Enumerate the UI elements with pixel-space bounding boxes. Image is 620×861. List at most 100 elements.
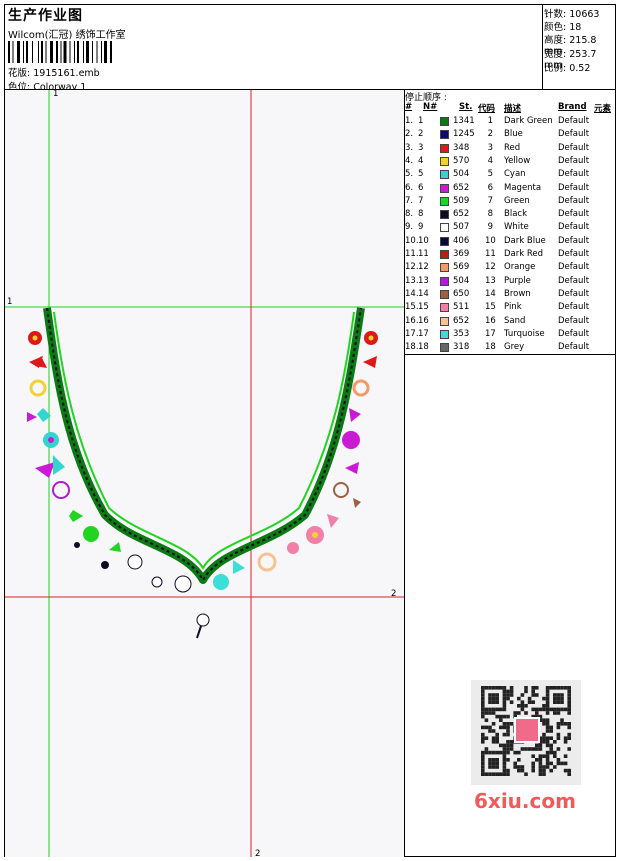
row-code: 16 (485, 315, 496, 326)
barcode (8, 41, 112, 63)
flower-yellow-left (29, 379, 47, 397)
row-needle: 11 (418, 249, 429, 259)
row-description: Yellow (504, 155, 531, 166)
row-description: Orange (504, 262, 536, 273)
page-title: 生产作业图 (8, 8, 83, 24)
row-stitches: 569 (453, 262, 470, 273)
col-header-n: N# (423, 102, 438, 112)
table-row: 2. 2 1245 2 Blue Default (405, 129, 616, 142)
table-row: 9. 9 507 9 White Default (405, 222, 616, 235)
watermark: 6xiu.com (474, 789, 576, 813)
row-stitches: 652 (453, 209, 470, 220)
row-stitches: 369 (453, 249, 470, 259)
color-swatch (440, 170, 449, 180)
table-row: 14. 14 650 14 Brown Default (405, 289, 616, 302)
row-code: 11 (485, 249, 496, 259)
row-code: 14 (485, 288, 496, 299)
qr-code (471, 680, 581, 785)
row-number: 7. (405, 195, 414, 206)
flower-sand-right (257, 542, 299, 572)
stats-panel: 针数: 10663 颜色: 18 高度: 215.8 mm 宽度: 253.7 … (542, 5, 616, 89)
row-stitches: 511 (453, 302, 470, 313)
row-needle: 12 (418, 262, 429, 273)
row-code: 5 (487, 169, 493, 180)
row-code: 6 (487, 182, 493, 193)
row-number: 16. (405, 315, 419, 326)
row-stitches: 353 (453, 328, 470, 339)
col-header-code: 代码 (478, 104, 496, 114)
col-header-brand: Brand (558, 102, 587, 112)
guide-label-left-green: 1 (7, 297, 12, 307)
row-stitches: 507 (453, 222, 470, 233)
flower-purple-left (52, 481, 70, 499)
row-number: 14. (405, 288, 419, 299)
row-description: Green (504, 195, 530, 206)
row-brand: Default (558, 302, 590, 313)
row-needle: 10 (418, 235, 429, 246)
row-stitches: 570 (453, 155, 470, 166)
flower-motifs (27, 331, 378, 639)
row-description: Dark Blue (504, 235, 546, 246)
color-swatch (440, 130, 449, 140)
row-number: 15. (405, 302, 419, 313)
color-swatch (440, 210, 449, 220)
design-canvas: 1 1 2 2 (5, 90, 404, 857)
row-number: 9. (405, 222, 414, 233)
col-header-description: 描述 (504, 104, 522, 114)
row-brand: Default (558, 315, 590, 326)
row-brand: Default (558, 182, 590, 193)
row-stitches: 504 (453, 275, 470, 286)
row-description: Cyan (504, 169, 526, 180)
row-needle: 4 (418, 155, 424, 166)
row-brand: Default (558, 288, 590, 299)
row-needle: 9 (418, 222, 424, 233)
row-description: Brown (504, 288, 531, 299)
row-number: 3. (405, 142, 414, 153)
row-needle: 6 (418, 182, 424, 193)
flower-magenta-left-2 (35, 455, 65, 478)
row-needle: 13 (418, 275, 429, 286)
height-label: 高度: (544, 35, 567, 46)
row-number: 17. (405, 328, 419, 339)
company-name: Wilcom(汇冠) 绣饰工作室 (8, 30, 126, 41)
row-needle: 5 (418, 169, 424, 180)
row-needle: 3 (418, 142, 424, 153)
flower-black-left (74, 542, 121, 569)
row-stitches: 318 (453, 342, 470, 353)
row-code: 10 (485, 235, 496, 246)
row-description: Turquoise (504, 328, 545, 339)
row-needle: 14 (418, 288, 429, 299)
row-number: 6. (405, 182, 414, 193)
guide-label-top-green: 1 (53, 90, 58, 99)
row-brand: Default (558, 222, 590, 233)
table-row: 3. 3 348 3 Red Default (405, 143, 616, 156)
flower-orange-right (352, 379, 370, 397)
col-header-num: # (405, 102, 413, 112)
color-swatch (440, 117, 449, 126)
col-header-stitches: St. (459, 102, 473, 112)
stop-sequence-table: 停止顺序 : # N# St. 代码 描述 Brand 元素 1. 1 1341 1 D… (405, 90, 616, 354)
table-row: 16. 16 652 16 Sand Default (405, 316, 616, 329)
color-swatch (440, 223, 449, 233)
table-row: 8. 8 652 8 Black Default (405, 209, 616, 222)
row-brand: Default (558, 142, 590, 153)
flower-green-left (69, 510, 99, 542)
flower-red-left-2 (29, 356, 47, 368)
color-swatch (440, 196, 449, 206)
row-needle: 18 (418, 342, 429, 353)
color-swatch (440, 236, 449, 246)
row-code: 9 (487, 222, 493, 233)
table-row: 11. 11 369 11 Dark Red Default (405, 249, 616, 262)
width-label: 宽度: (544, 49, 567, 60)
row-brand: Default (558, 129, 590, 140)
row-number: 10. (405, 235, 419, 246)
row-number: 8. (405, 209, 414, 220)
row-code: 8 (487, 209, 493, 220)
row-stitches: 652 (453, 182, 470, 193)
flower-magenta-left-1 (27, 408, 51, 422)
color-swatch (440, 329, 449, 339)
table-row: 4. 4 570 4 Yellow Default (405, 156, 616, 169)
row-description: Grey (504, 342, 525, 353)
row-brand: Default (558, 342, 590, 353)
guide-label-bottom-red: 2 (255, 849, 260, 857)
